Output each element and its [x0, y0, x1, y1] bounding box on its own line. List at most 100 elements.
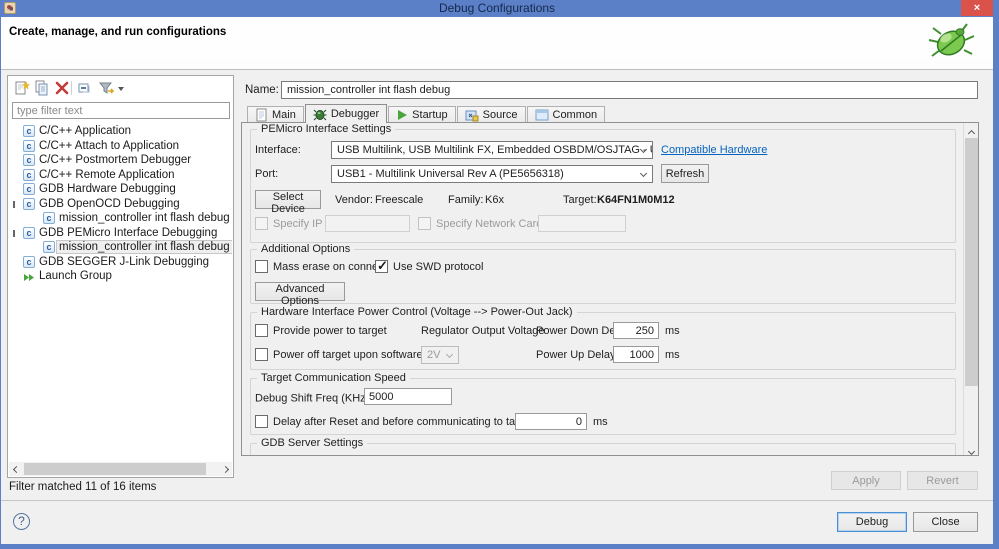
advanced-options-button[interactable]: Advanced Options	[255, 282, 345, 307]
scroll-thumb[interactable]	[965, 138, 978, 386]
expander-icon[interactable]	[13, 229, 15, 237]
regulator-voltage-label: Regulator Output Voltage	[421, 325, 545, 337]
family-label: Family:	[448, 194, 484, 206]
toolbar-separator	[71, 81, 72, 95]
scroll-down-icon[interactable]	[964, 441, 978, 455]
table-icon	[535, 109, 548, 121]
tab-bar: Main Debugger Startup Source Common	[247, 104, 606, 123]
configurations-tree: C/C++ Application C/C++ Attach to Applic…	[9, 124, 232, 461]
filter-input[interactable]	[12, 102, 230, 119]
name-label: Name:	[245, 84, 279, 96]
expander-icon[interactable]	[13, 200, 15, 208]
power-off-label: Power off target upon software exit	[273, 349, 443, 361]
compatible-hardware-link[interactable]: Compatible Hardware	[661, 144, 767, 156]
collapse-all-icon[interactable]	[77, 80, 93, 96]
power-up-unit: ms	[665, 349, 680, 361]
filter-status: Filter matched 11 of 16 items	[9, 481, 157, 493]
power-down-unit: ms	[665, 325, 680, 337]
power-off-checkbox[interactable]	[255, 348, 268, 361]
tree-item-launch-group[interactable]: Launch Group	[9, 269, 232, 284]
help-icon[interactable]: ?	[13, 513, 30, 530]
swd-protocol-label: Use SWD protocol	[393, 261, 484, 273]
delay-after-reset-field[interactable]	[515, 413, 587, 430]
tree-item-gdb-pemicro[interactable]: GDB PEMicro Interface Debugging	[9, 226, 232, 241]
c-app-icon	[23, 226, 35, 239]
duplicate-configuration-icon[interactable]	[34, 80, 50, 96]
scroll-up-icon[interactable]	[964, 123, 978, 138]
document-icon	[256, 108, 267, 122]
tree-item-gdb-openocd[interactable]: GDB OpenOCD Debugging	[9, 197, 232, 212]
tab-debugger[interactable]: Debugger	[304, 104, 388, 123]
sidebar-toolbar	[10, 78, 230, 98]
mass-erase-label: Mass erase on connect	[273, 261, 387, 273]
tree-item-gdb-segger[interactable]: GDB SEGGER J-Link Debugging	[9, 255, 232, 270]
scroll-right-icon[interactable]	[218, 462, 232, 476]
provide-power-checkbox[interactable]	[255, 324, 268, 337]
dialog-header: Create, manage, and run configurations	[1, 17, 993, 70]
tab-startup[interactable]: Startup	[388, 106, 456, 123]
sidebar-horizontal-scrollbar[interactable]	[9, 462, 232, 476]
port-combo[interactable]: USB1 - Multilink Universal Rev A (PE5656…	[331, 165, 653, 183]
apply-button[interactable]: Apply	[831, 471, 901, 490]
gdb-server-settings-group: GDB Server Settings	[250, 437, 956, 455]
power-up-delay-field[interactable]	[613, 346, 659, 363]
family-value: K6x	[485, 194, 504, 206]
source-icon	[465, 110, 479, 121]
select-device-button[interactable]: Select Device	[255, 190, 321, 215]
additional-options-group: Additional Options Mass erase on connect…	[250, 243, 956, 307]
footer-separator	[1, 500, 993, 501]
configurations-sidebar: C/C++ Application C/C++ Attach to Applic…	[7, 75, 234, 478]
tab-common[interactable]: Common	[526, 106, 606, 123]
specify-ip-checkbox[interactable]	[255, 217, 268, 230]
power-control-group: Hardware Interface Power Control (Voltag…	[250, 306, 956, 370]
titlebar[interactable]: Debug Configurations ×	[1, 0, 993, 17]
power-down-delay-field[interactable]	[613, 322, 659, 339]
debug-bug-icon	[927, 20, 975, 71]
refresh-button[interactable]: Refresh	[661, 164, 709, 183]
tree-item-mission-controller-selected[interactable]: mission_controller int flash debug	[9, 240, 232, 255]
form-vertical-scrollbar[interactable]	[963, 123, 978, 455]
tree-item-cpp-application[interactable]: C/C++ Application	[9, 124, 232, 139]
close-icon[interactable]: ×	[961, 0, 993, 16]
delete-configuration-icon[interactable]	[54, 80, 70, 96]
app-icon	[4, 2, 16, 14]
chevron-down-icon	[445, 350, 454, 359]
filter-menu-chevron-icon[interactable]	[118, 87, 124, 91]
swd-protocol-checkbox[interactable]	[375, 258, 388, 274]
tree-item-cpp-remote[interactable]: C/C++ Remote Application	[9, 168, 232, 183]
chevron-down-icon	[639, 169, 648, 178]
power-up-delay-label: Power Up Delay	[536, 349, 616, 361]
new-configuration-icon[interactable]	[14, 80, 30, 96]
interface-label: Interface:	[255, 144, 301, 156]
delay-after-reset-checkbox[interactable]	[255, 415, 268, 428]
scroll-left-icon[interactable]	[9, 462, 23, 476]
c-app-icon	[43, 212, 55, 225]
interface-combo[interactable]: USB Multilink, USB Multilink FX, Embedde…	[331, 141, 653, 159]
tab-main[interactable]: Main	[247, 106, 304, 123]
scroll-thumb[interactable]	[24, 463, 206, 475]
communication-speed-group: Target Communication Speed Debug Shift F…	[250, 372, 956, 435]
tree-item-cpp-postmortem[interactable]: C/C++ Postmortem Debugger	[9, 153, 232, 168]
mass-erase-checkbox[interactable]	[255, 260, 268, 273]
c-app-icon	[23, 183, 35, 196]
specify-ip-field[interactable]	[325, 215, 410, 232]
bug-icon	[313, 109, 327, 120]
specify-network-field[interactable]	[538, 215, 626, 232]
c-app-icon	[23, 154, 35, 167]
filter-icon[interactable]	[98, 80, 115, 96]
tab-source[interactable]: Source	[456, 106, 526, 123]
pemicro-settings-group: PEMicro Interface Settings Interface: US…	[250, 123, 956, 243]
window-title: Debug Configurations	[438, 1, 556, 15]
revert-button[interactable]: Revert	[907, 471, 978, 490]
tree-item-mission-controller-cmsisdap[interactable]: mission_controller int flash debug cmsis…	[9, 211, 232, 226]
voltage-combo[interactable]: 2V	[421, 346, 459, 364]
specify-network-checkbox[interactable]	[418, 217, 431, 230]
tree-item-cpp-attach[interactable]: C/C++ Attach to Application	[9, 139, 232, 154]
shift-freq-field[interactable]	[364, 388, 452, 405]
debugger-tab-panel: PEMicro Interface Settings Interface: US…	[241, 122, 979, 456]
specify-ip-label: Specify IP	[273, 218, 323, 230]
close-dialog-button[interactable]: Close	[913, 512, 978, 532]
debug-button[interactable]: Debug	[837, 512, 907, 532]
name-input[interactable]	[281, 81, 978, 99]
tree-item-gdb-hardware[interactable]: GDB Hardware Debugging	[9, 182, 232, 197]
